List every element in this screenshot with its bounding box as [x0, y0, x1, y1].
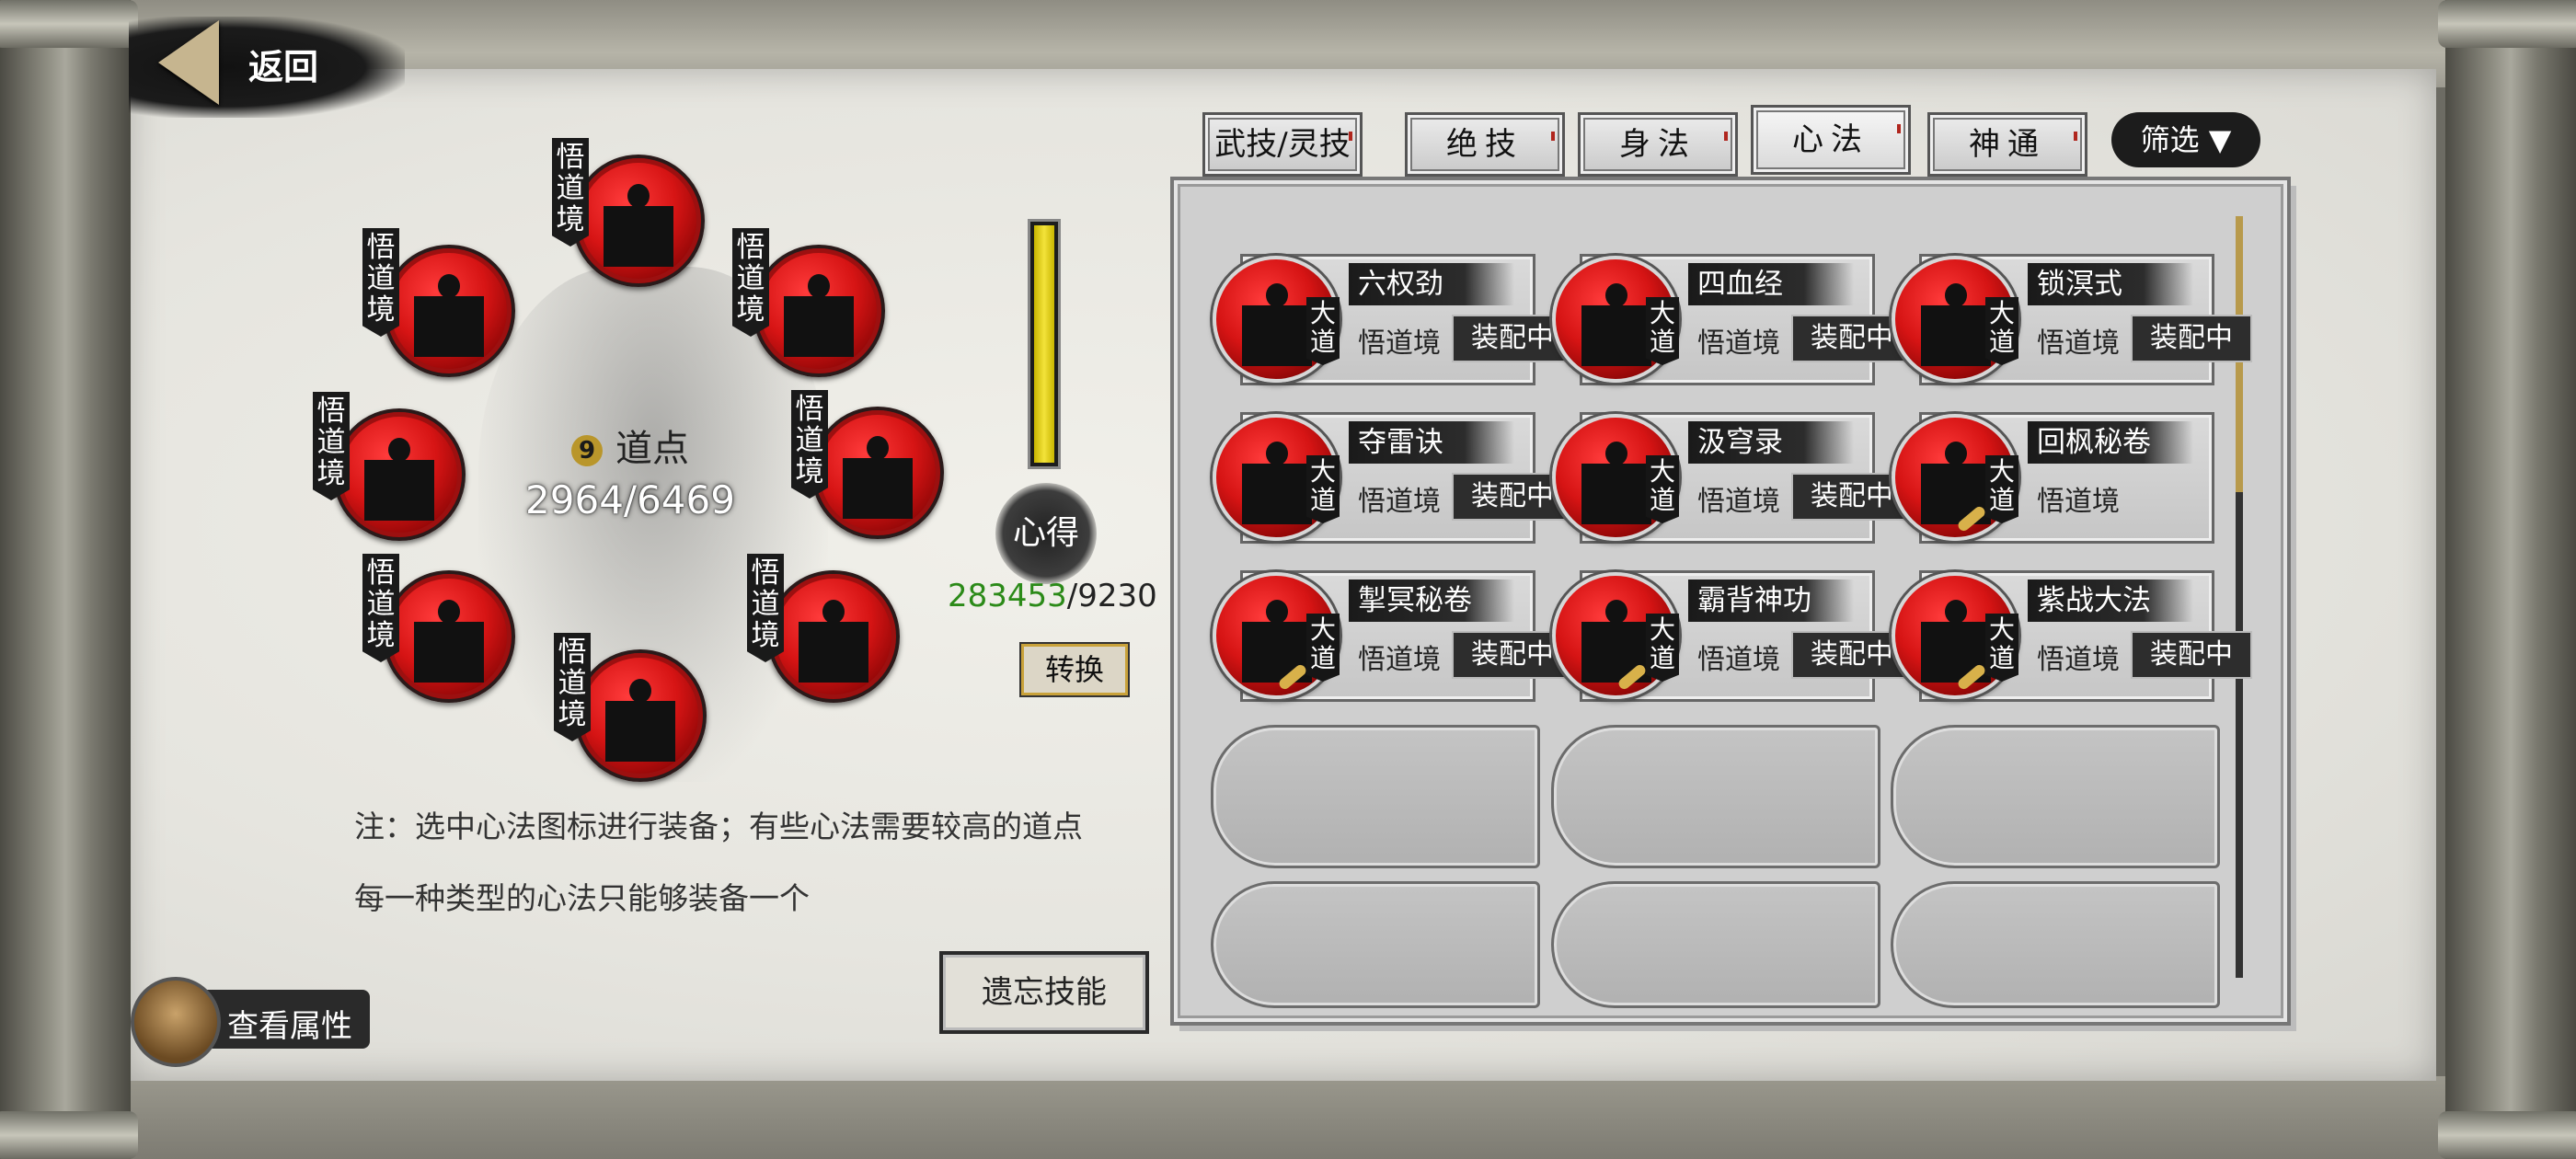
- dao-points-label: 道点: [615, 428, 689, 470]
- tab-ultimate[interactable]: 绝技: [1405, 112, 1565, 177]
- tab-movement[interactable]: 身法: [1578, 112, 1738, 177]
- skill-card-realm: 悟道境: [1697, 327, 1780, 360]
- skill-slot-realm-tag: 悟道境: [554, 633, 591, 741]
- filter-dropdown[interactable]: 筛选 ▼: [2111, 112, 2260, 167]
- skill-card-name: 汲穹录: [1688, 421, 1854, 464]
- back-button[interactable]: 返回: [248, 39, 318, 89]
- skill-card[interactable]: 大道 紫战大法 悟道境 装配中: [1892, 563, 2252, 702]
- scroll-roller-right: [2438, 0, 2576, 1159]
- skill-slot-icon[interactable]: [383, 570, 515, 703]
- empty-skill-slot[interactable]: [1211, 725, 1540, 868]
- empty-skill-slot[interactable]: [1551, 881, 1880, 1008]
- skill-card[interactable]: 大道 回枫秘卷 悟道境: [1892, 405, 2214, 544]
- skill-card-name: 回枫秘卷: [2028, 421, 2193, 464]
- empty-skill-slot[interactable]: [1551, 725, 1880, 868]
- back-arrow-icon[interactable]: [158, 20, 219, 105]
- skill-card-type-tag: 大道: [1646, 297, 1679, 365]
- skill-slot-realm-tag: 悟道境: [362, 554, 399, 662]
- skill-card[interactable]: 大道 掣冥秘卷 悟道境 装配中: [1213, 563, 1573, 702]
- skill-slot-realm-tag: 悟道境: [791, 390, 828, 499]
- skill-card[interactable]: 大道 六权劲 悟道境 装配中: [1213, 247, 1573, 385]
- forget-skill-button[interactable]: 遗忘技能: [939, 951, 1149, 1034]
- skill-card-name: 六权劲: [1349, 263, 1514, 305]
- view-attributes-label: 查看属性: [227, 1008, 352, 1045]
- skill-slot-icon[interactable]: [572, 155, 705, 287]
- skill-card-name: 四血经: [1688, 263, 1854, 305]
- skill-card[interactable]: 大道 汲穹录 悟道境 装配中: [1552, 405, 1913, 544]
- skill-slot-icon[interactable]: [767, 570, 900, 703]
- tab-mind-method[interactable]: 心法: [1751, 105, 1911, 175]
- skill-card[interactable]: 大道 夺雷诀 悟道境 装配中: [1213, 405, 1573, 544]
- skill-card[interactable]: 大道 霸背神功 悟道境 装配中: [1552, 563, 1913, 702]
- skill-slot[interactable]: 悟道境: [362, 554, 515, 703]
- skill-card-realm: 悟道境: [1358, 327, 1441, 360]
- skill-card-type-tag: 大道: [1306, 297, 1340, 365]
- skill-card-realm: 悟道境: [1697, 644, 1780, 676]
- tab-divine-power[interactable]: 神通: [1927, 112, 2087, 177]
- skill-slot-icon[interactable]: [383, 245, 515, 377]
- skill-slot-icon[interactable]: [811, 407, 944, 539]
- xinde-gauge-fill: [1034, 225, 1054, 463]
- skill-card-type-tag: 大道: [1646, 455, 1679, 523]
- scroll-frame-bottom: [0, 1076, 2576, 1159]
- skill-card-equipped-badge: 装配中: [2131, 315, 2252, 362]
- skill-card-type-tag: 大道: [1985, 297, 2018, 365]
- skill-card-name: 掣冥秘卷: [1349, 580, 1514, 622]
- xinde-gauge: [1028, 219, 1061, 469]
- empty-skill-slot[interactable]: [1891, 725, 2220, 868]
- convert-button[interactable]: 转换: [1021, 644, 1128, 695]
- skill-slot[interactable]: 悟道境: [552, 138, 705, 287]
- view-attributes-button[interactable]: 查看属性: [131, 977, 372, 1067]
- dao-point-icon: 9: [571, 435, 603, 466]
- skill-slot-realm-tag: 悟道境: [552, 138, 589, 247]
- skill-slot[interactable]: 悟道境: [747, 554, 900, 703]
- skill-card-realm: 悟道境: [1697, 486, 1780, 518]
- character-avatar-icon: [131, 977, 221, 1067]
- skill-card-name: 锁溟式: [2028, 263, 2193, 305]
- empty-skill-slot[interactable]: [1891, 881, 2220, 1008]
- skill-slot[interactable]: 悟道境: [313, 392, 466, 541]
- skill-card-name: 紫战大法: [2028, 580, 2193, 622]
- skill-card[interactable]: 大道 四血经 悟道境 装配中: [1552, 247, 1913, 385]
- skill-card-name: 霸背神功: [1688, 580, 1854, 622]
- skill-slot-realm-tag: 悟道境: [313, 392, 350, 500]
- skill-card-type-tag: 大道: [1306, 614, 1340, 682]
- skill-slot[interactable]: 悟道境: [554, 633, 707, 782]
- dao-points-value: 2964/6469: [525, 477, 735, 522]
- skill-card-realm: 悟道境: [2037, 486, 2120, 518]
- skill-slot-realm-tag: 悟道境: [747, 554, 784, 662]
- skill-card-type-tag: 大道: [1306, 455, 1340, 523]
- skill-card[interactable]: 大道 锁溟式 悟道境 装配中: [1892, 247, 2252, 385]
- skill-card-type-tag: 大道: [1985, 614, 2018, 682]
- dao-points: 9 道点 2964/6469: [515, 419, 745, 522]
- xinde-label: 心得: [995, 483, 1097, 584]
- equip-note: 注：选中心法图标进行装备；有些心法需要较高的道点: [354, 809, 1083, 844]
- skill-slot[interactable]: 悟道境: [732, 228, 885, 377]
- skill-slot-realm-tag: 悟道境: [362, 228, 399, 337]
- type-limit-note: 每一种类型的心法只能够装备一个: [354, 880, 810, 916]
- skill-slot[interactable]: 悟道境: [791, 390, 944, 539]
- skill-slot-icon[interactable]: [753, 245, 885, 377]
- skill-card-equipped-badge: 装配中: [2131, 631, 2252, 679]
- skill-slot-icon[interactable]: [574, 649, 707, 782]
- tab-martial-spirit[interactable]: 武技/灵技: [1202, 112, 1363, 177]
- skill-slot[interactable]: 悟道境: [362, 228, 515, 377]
- skill-card-name: 夺雷诀: [1349, 421, 1514, 464]
- empty-skill-slot[interactable]: [1211, 881, 1540, 1008]
- xinde-current: 283453: [948, 578, 1067, 614]
- skill-card-type-tag: 大道: [1646, 614, 1679, 682]
- xinde-count: 283453/9230: [948, 578, 1157, 614]
- skill-slot-icon[interactable]: [333, 408, 466, 541]
- xinde-max: /9230: [1066, 578, 1157, 614]
- skill-card-realm: 悟道境: [1358, 486, 1441, 518]
- scroll-roller-left: [0, 0, 138, 1159]
- skill-slot-realm-tag: 悟道境: [732, 228, 769, 337]
- skill-card-realm: 悟道境: [2037, 327, 2120, 360]
- skill-card-realm: 悟道境: [2037, 644, 2120, 676]
- skill-card-type-tag: 大道: [1985, 455, 2018, 523]
- skill-card-realm: 悟道境: [1358, 644, 1441, 676]
